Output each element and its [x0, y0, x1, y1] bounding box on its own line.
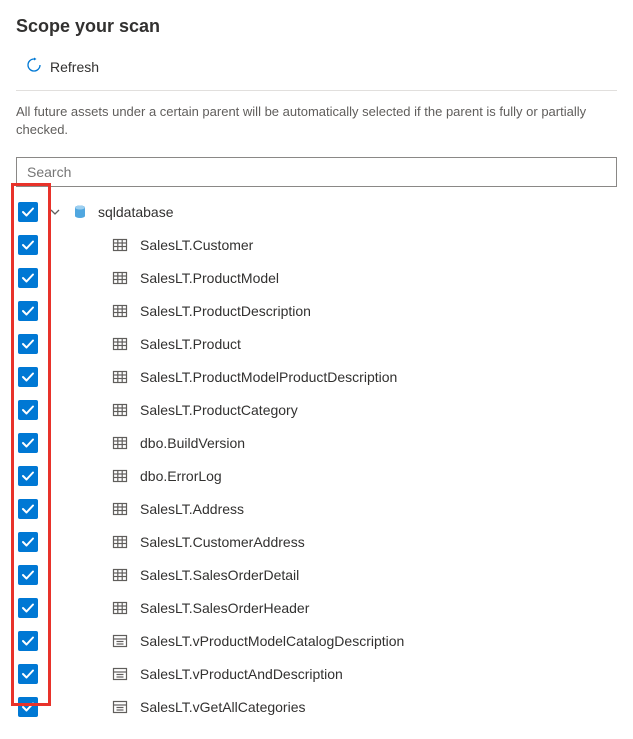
tree-item[interactable]: SalesLT.Address — [16, 492, 617, 525]
checkbox-checked[interactable] — [18, 202, 38, 222]
tree-item[interactable]: SalesLT.vProductModelCatalogDescription — [16, 624, 617, 657]
checkbox-checked[interactable] — [18, 631, 38, 651]
tree-item-label: SalesLT.Address — [140, 501, 244, 517]
checkbox-checked[interactable] — [18, 268, 38, 288]
description-text: All future assets under a certain parent… — [16, 103, 617, 139]
tree-item[interactable]: dbo.ErrorLog — [16, 459, 617, 492]
table-icon — [112, 269, 130, 287]
checkbox-checked[interactable] — [18, 664, 38, 684]
tree-item-label: SalesLT.vProductAndDescription — [140, 666, 343, 682]
tree-item-label: SalesLT.SalesOrderDetail — [140, 567, 299, 583]
table-icon — [112, 401, 130, 419]
checkbox-checked[interactable] — [18, 433, 38, 453]
tree-item-label: SalesLT.vProductModelCatalogDescription — [140, 633, 404, 649]
toolbar: Refresh — [16, 45, 617, 91]
tree-item[interactable]: SalesLT.ProductModelProductDescription — [16, 360, 617, 393]
checkbox-checked[interactable] — [18, 334, 38, 354]
refresh-icon — [26, 57, 42, 76]
tree-item[interactable]: SalesLT.Product — [16, 327, 617, 360]
tree-item[interactable]: SalesLT.vGetAllCategories — [16, 690, 617, 723]
tree-item[interactable]: dbo.BuildVersion — [16, 426, 617, 459]
page-title: Scope your scan — [16, 16, 617, 37]
tree-item-label: SalesLT.CustomerAddress — [140, 534, 305, 550]
tree-item[interactable]: SalesLT.ProductModel — [16, 261, 617, 294]
checkbox-checked[interactable] — [18, 499, 38, 519]
table-icon — [112, 236, 130, 254]
view-icon — [112, 632, 130, 650]
checkbox-checked[interactable] — [18, 400, 38, 420]
table-icon — [112, 434, 130, 452]
tree-item[interactable]: SalesLT.CustomerAddress — [16, 525, 617, 558]
checkbox-checked[interactable] — [18, 565, 38, 585]
tree-item[interactable]: SalesLT.vProductAndDescription — [16, 657, 617, 690]
tree-item-label: SalesLT.vGetAllCategories — [140, 699, 305, 715]
tree-item-label: SalesLT.Product — [140, 336, 241, 352]
tree-item-label: SalesLT.ProductModel — [140, 270, 279, 286]
tree-item[interactable]: SalesLT.ProductCategory — [16, 393, 617, 426]
chevron-down-icon[interactable] — [46, 206, 64, 218]
checkbox-checked[interactable] — [18, 532, 38, 552]
tree-item[interactable]: SalesLT.Customer — [16, 228, 617, 261]
view-icon — [112, 698, 130, 716]
table-icon — [112, 368, 130, 386]
table-icon — [112, 566, 130, 584]
tree-item-label: dbo.ErrorLog — [140, 468, 222, 484]
search-input[interactable] — [16, 157, 617, 187]
refresh-button[interactable]: Refresh — [24, 53, 101, 80]
table-icon — [112, 335, 130, 353]
table-icon — [112, 533, 130, 551]
view-icon — [112, 665, 130, 683]
tree-item-label: SalesLT.Customer — [140, 237, 253, 253]
asset-tree: sqldatabase SalesLT.Customer SalesLT.Prod… — [16, 195, 617, 723]
checkbox-checked[interactable] — [18, 466, 38, 486]
table-icon — [112, 302, 130, 320]
checkbox-checked[interactable] — [18, 367, 38, 387]
refresh-label: Refresh — [50, 59, 99, 75]
tree-root-row[interactable]: sqldatabase — [16, 195, 617, 228]
tree-item-label: SalesLT.ProductModelProductDescription — [140, 369, 397, 385]
database-icon — [72, 203, 90, 221]
tree-root-label: sqldatabase — [98, 204, 174, 220]
tree-item-label: dbo.BuildVersion — [140, 435, 245, 451]
tree-item[interactable]: SalesLT.ProductDescription — [16, 294, 617, 327]
tree-item-label: SalesLT.ProductDescription — [140, 303, 311, 319]
tree-item-label: SalesLT.ProductCategory — [140, 402, 298, 418]
table-icon — [112, 467, 130, 485]
checkbox-checked[interactable] — [18, 301, 38, 321]
tree-item[interactable]: SalesLT.SalesOrderDetail — [16, 558, 617, 591]
checkbox-checked[interactable] — [18, 235, 38, 255]
table-icon — [112, 599, 130, 617]
tree-item-label: SalesLT.SalesOrderHeader — [140, 600, 309, 616]
checkbox-checked[interactable] — [18, 697, 38, 717]
table-icon — [112, 500, 130, 518]
checkbox-checked[interactable] — [18, 598, 38, 618]
tree-item[interactable]: SalesLT.SalesOrderHeader — [16, 591, 617, 624]
